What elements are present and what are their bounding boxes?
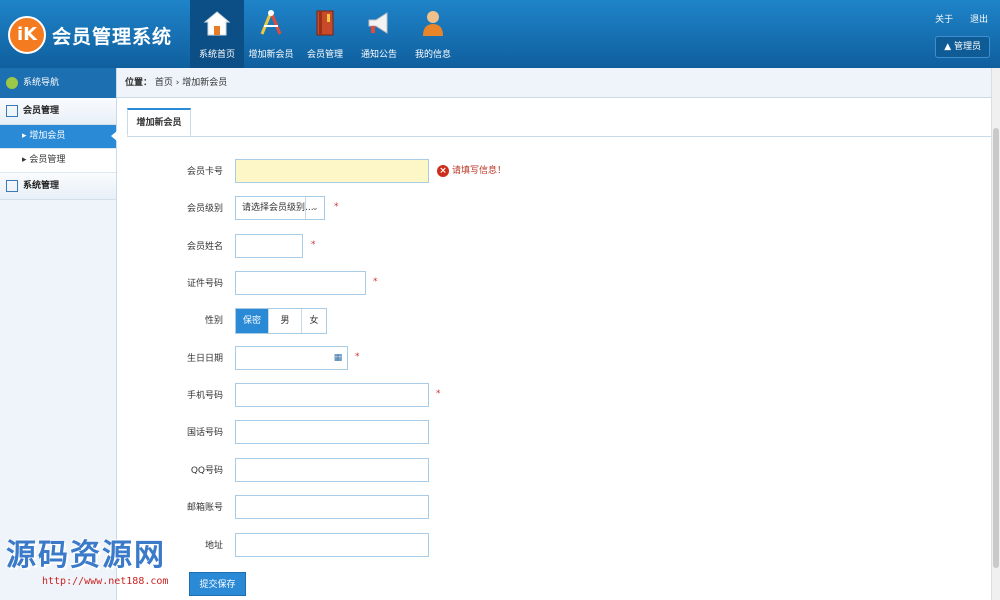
gender-label: 性别 <box>204 316 223 326</box>
home-icon <box>203 11 231 36</box>
gender-segment: 保密 男 女 <box>235 308 327 334</box>
card-no-label: 会员卡号 <box>186 167 223 177</box>
error-icon: × <box>437 164 449 177</box>
nav-my-info[interactable]: 我的信息 <box>406 0 460 68</box>
email-label: 邮箱账号 <box>186 503 223 513</box>
user-icon <box>423 11 443 36</box>
nav-toggle-icon[interactable] <box>6 76 18 89</box>
qq-label: QQ号码 <box>190 466 223 476</box>
name-label: 会员姓名 <box>186 242 223 252</box>
sidebar-item-member-manage-label: 会员管理 <box>29 155 66 165</box>
sidebar: 系统导航 会员管理 ▸ 增加会员 ▸ 会员管理 系统管理 <box>0 68 117 600</box>
breadcrumb-current: 增加新会员 <box>182 78 228 88</box>
watermark-title: 源码资源网 <box>6 538 166 573</box>
row-qq: QQ号码 <box>127 458 827 484</box>
sidebar-group-member[interactable]: 会员管理 <box>0 98 116 125</box>
level-required: * <box>334 202 339 212</box>
gender-option-female[interactable]: 女 <box>302 309 326 333</box>
address-input[interactable] <box>235 533 429 557</box>
id-label: 证件号码 <box>186 279 223 289</box>
sidebar-group-system-label: 系统管理 <box>23 181 60 191</box>
scrollbar-thumb[interactable] <box>993 128 999 568</box>
top-links: 关于 退出 <box>921 12 988 25</box>
row-mobile: 手机号码 * <box>127 383 827 409</box>
row-email: 邮箱账号 <box>127 495 827 521</box>
card-no-error: × 请填写信息！ <box>437 163 506 179</box>
sidebar-item-add-member-label: 增加会员 <box>29 131 66 141</box>
breadcrumb-prefix: 位置： <box>125 78 153 88</box>
nav-home-label: 系统首页 <box>198 50 235 60</box>
megaphone-icon <box>368 12 388 34</box>
level-select[interactable]: 请选择会员级别... ⌄ <box>235 196 325 220</box>
sidebar-header: 系统导航 <box>0 68 116 98</box>
row-level: 会员级别 请选择会员级别... ⌄ * <box>127 196 827 222</box>
gender-option-male[interactable]: 男 <box>269 309 302 333</box>
phone-input[interactable] <box>235 420 429 444</box>
name-input[interactable] <box>235 234 303 258</box>
tools-icon <box>260 10 282 35</box>
tab-add-member[interactable]: 增加新会员 <box>127 108 191 136</box>
watermark-url: http://www.net188.com <box>42 576 169 587</box>
email-input[interactable] <box>235 495 429 519</box>
birthday-required: * <box>355 352 360 362</box>
nav-my-info-label: 我的信息 <box>414 50 451 60</box>
nav-member-manage[interactable]: 会员管理 <box>298 0 352 68</box>
nav-notice-label: 通知公告 <box>360 50 397 60</box>
list-icon <box>6 104 18 117</box>
row-card-no: 会员卡号 × 请填写信息！ <box>127 159 827 185</box>
about-link[interactable]: 关于 <box>935 15 953 25</box>
card-no-input[interactable] <box>235 159 429 183</box>
id-required: * <box>373 277 378 287</box>
user-small-icon: ▲ <box>944 42 952 52</box>
book-icon <box>316 10 334 36</box>
breadcrumb-separator: › <box>175 78 180 88</box>
row-phone: 国话号码 <box>127 420 827 446</box>
mobile-input[interactable] <box>235 383 429 407</box>
id-input[interactable] <box>235 271 366 295</box>
mobile-required: * <box>436 389 441 399</box>
sidebar-group-system[interactable]: 系统管理 <box>0 173 116 200</box>
mobile-label: 手机号码 <box>186 391 223 401</box>
row-id: 证件号码 * <box>127 271 827 297</box>
row-name: 会员姓名 * <box>127 234 827 260</box>
app-logo: iK 会员管理系统 <box>8 16 171 56</box>
row-birthday: 生日日期 ▦ * <box>127 346 827 372</box>
nav-home[interactable]: 系统首页 <box>190 0 244 68</box>
chevron-down-icon: ⌄ <box>305 197 324 219</box>
nav-member-manage-label: 会员管理 <box>306 50 343 60</box>
breadcrumb-home[interactable]: 首页 <box>155 78 173 88</box>
admin-label: 管理员 <box>953 42 981 52</box>
calendar-icon[interactable]: ▦ <box>331 349 345 367</box>
calendar-icon <box>6 179 18 192</box>
logo-mark-icon: iK <box>8 16 46 54</box>
birthday-input[interactable]: ▦ <box>235 346 348 370</box>
sidebar-item-add-member[interactable]: ▸ 增加会员 <box>0 125 117 149</box>
level-label: 会员级别 <box>186 204 223 214</box>
nav-add-member[interactable]: 增加新会员 <box>244 0 298 68</box>
qq-input[interactable] <box>235 458 429 482</box>
nav-add-member-label: 增加新会员 <box>248 50 294 60</box>
breadcrumb: 位置： 首页 › 增加新会员 <box>117 68 1000 98</box>
top-header: iK 会员管理系统 系统首页 增加新会员 会员管理 通知公告 我的信息 关于 退… <box>0 0 1000 68</box>
phone-label: 国话号码 <box>186 428 223 438</box>
logout-link[interactable]: 退出 <box>970 15 988 25</box>
app-title: 会员管理系统 <box>52 26 173 48</box>
scrollbar[interactable] <box>991 68 1000 600</box>
sidebar-header-label: 系统导航 <box>23 78 60 88</box>
watermark: 源码资源网 http://www.net188.com <box>6 530 226 600</box>
sidebar-item-member-manage[interactable]: ▸ 会员管理 <box>0 149 116 173</box>
card-no-error-text: 请填写信息！ <box>452 166 507 176</box>
main-nav: 系统首页 增加新会员 会员管理 通知公告 我的信息 <box>190 0 460 68</box>
nav-notice[interactable]: 通知公告 <box>352 0 406 68</box>
row-gender: 性别 保密 男 女 <box>127 308 827 334</box>
tab-bar: 增加新会员 <box>127 108 992 137</box>
gender-option-secret[interactable]: 保密 <box>236 309 269 333</box>
admin-button[interactable]: ▲ 管理员 <box>935 36 990 58</box>
sidebar-group-member-label: 会员管理 <box>23 106 60 116</box>
row-address: 地址 <box>127 533 827 559</box>
name-required: * <box>311 240 316 250</box>
level-select-value: 请选择会员级别... <box>242 203 314 213</box>
birthday-label: 生日日期 <box>186 354 223 364</box>
